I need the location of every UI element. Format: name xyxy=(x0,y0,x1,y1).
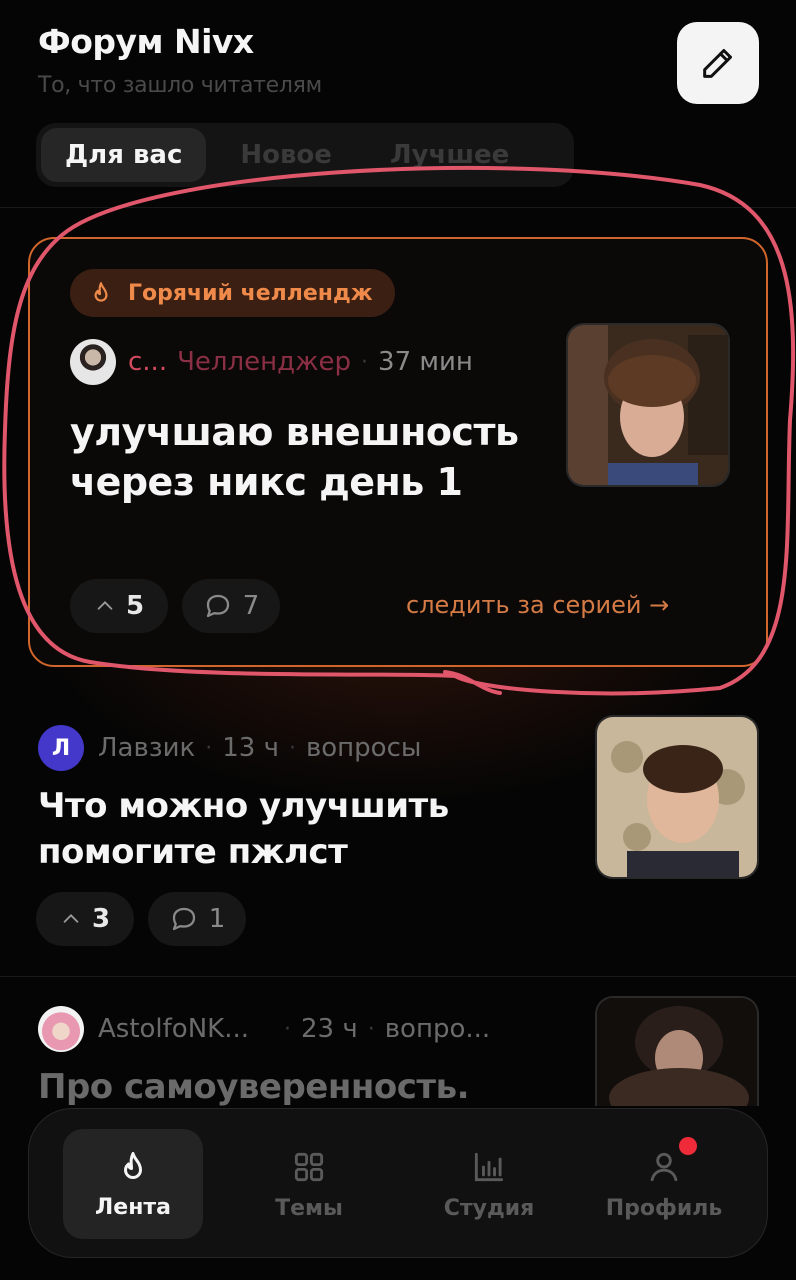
page-header: Форум Nivx То, что зашло читателям xyxy=(38,22,322,98)
feed-tabs: Для вас Новое Лучшее xyxy=(36,123,574,187)
grid-icon xyxy=(294,1152,324,1181)
bar-chart-icon xyxy=(474,1152,504,1181)
pencil-icon xyxy=(703,49,732,78)
author-role: Челленджер xyxy=(177,347,352,377)
nav-label: Лента xyxy=(95,1194,171,1220)
chevron-up-icon xyxy=(63,914,79,923)
tab-best[interactable]: Лучшее xyxy=(366,128,533,182)
nav-studio[interactable]: Студия xyxy=(419,1129,559,1239)
post-title[interactable]: Что можно улучшить помогите пжлст xyxy=(38,783,558,875)
post-title[interactable]: Про самоуверенность. xyxy=(38,1064,578,1110)
divider xyxy=(0,207,796,208)
post-thumbnail[interactable] xyxy=(595,715,759,879)
divider xyxy=(0,976,796,977)
nav-profile[interactable]: Профиль xyxy=(589,1129,739,1239)
post-meta: AstolfoNK... · 23 ч · вопро... xyxy=(38,1006,490,1052)
flame-icon xyxy=(94,282,108,302)
post-thumbnail[interactable] xyxy=(566,323,730,487)
post-time: 23 ч xyxy=(301,1014,358,1044)
hot-challenge-card[interactable]: Горячий челлендж с... Челленджер · 37 ми… xyxy=(28,237,768,667)
flame-icon xyxy=(124,1151,142,1179)
follow-series-link[interactable]: следить за серией → xyxy=(406,591,669,619)
upvote-count: 3 xyxy=(91,904,111,934)
nav-feed[interactable]: Лента xyxy=(63,1129,203,1239)
comment-count: 1 xyxy=(208,904,226,934)
post-image xyxy=(597,998,757,1106)
post-image xyxy=(568,325,728,485)
comments-button[interactable]: 1 xyxy=(148,892,246,946)
nav-topics[interactable]: Темы xyxy=(239,1129,379,1239)
post-meta: Л Лавзик · 13 ч · вопросы xyxy=(38,725,421,771)
nav-label: Студия xyxy=(443,1195,535,1221)
avatar[interactable]: Л xyxy=(38,725,84,771)
upvote-count: 5 xyxy=(125,591,145,621)
avatar[interactable] xyxy=(70,339,116,385)
nav-label: Темы xyxy=(275,1195,343,1221)
chevron-up-icon xyxy=(97,601,113,610)
badge-label: Горячий челлендж xyxy=(128,280,373,306)
tab-for-you[interactable]: Для вас xyxy=(41,128,207,182)
author-name[interactable]: с... xyxy=(128,347,167,377)
bottom-navigation: Лента Темы Студия Профиль xyxy=(28,1108,768,1258)
avatar[interactable] xyxy=(38,1006,84,1052)
page-title: Форум Nivx xyxy=(38,22,254,61)
comment-icon xyxy=(172,907,195,931)
post-meta: с... Челленджер · 37 мин xyxy=(70,339,473,385)
notification-dot xyxy=(679,1137,697,1155)
user-icon xyxy=(650,1152,678,1181)
author-name[interactable]: Лавзик xyxy=(98,733,195,763)
hot-challenge-badge: Горячий челлендж xyxy=(70,269,395,317)
post-time: 13 ч xyxy=(222,733,279,763)
author-name[interactable]: AstolfoNK... xyxy=(98,1014,274,1044)
compose-button[interactable] xyxy=(677,22,759,104)
upvote-button[interactable]: 5 xyxy=(70,579,168,633)
page-subtitle: То, что зашло читателям xyxy=(38,73,322,98)
tab-new[interactable]: Новое xyxy=(216,128,356,182)
comment-count: 7 xyxy=(242,591,260,621)
post-image xyxy=(597,717,757,877)
comments-button[interactable]: 7 xyxy=(182,579,280,633)
comment-icon xyxy=(206,594,229,618)
upvote-button[interactable]: 3 xyxy=(36,892,134,946)
post-category[interactable]: вопро... xyxy=(385,1014,490,1044)
post-thumbnail[interactable] xyxy=(595,996,759,1106)
nav-label: Профиль xyxy=(605,1195,723,1221)
post-title[interactable]: улучшаю внешность через никс день 1 xyxy=(70,407,530,507)
post-category[interactable]: вопросы xyxy=(306,733,421,763)
post-time: 37 мин xyxy=(378,347,473,377)
